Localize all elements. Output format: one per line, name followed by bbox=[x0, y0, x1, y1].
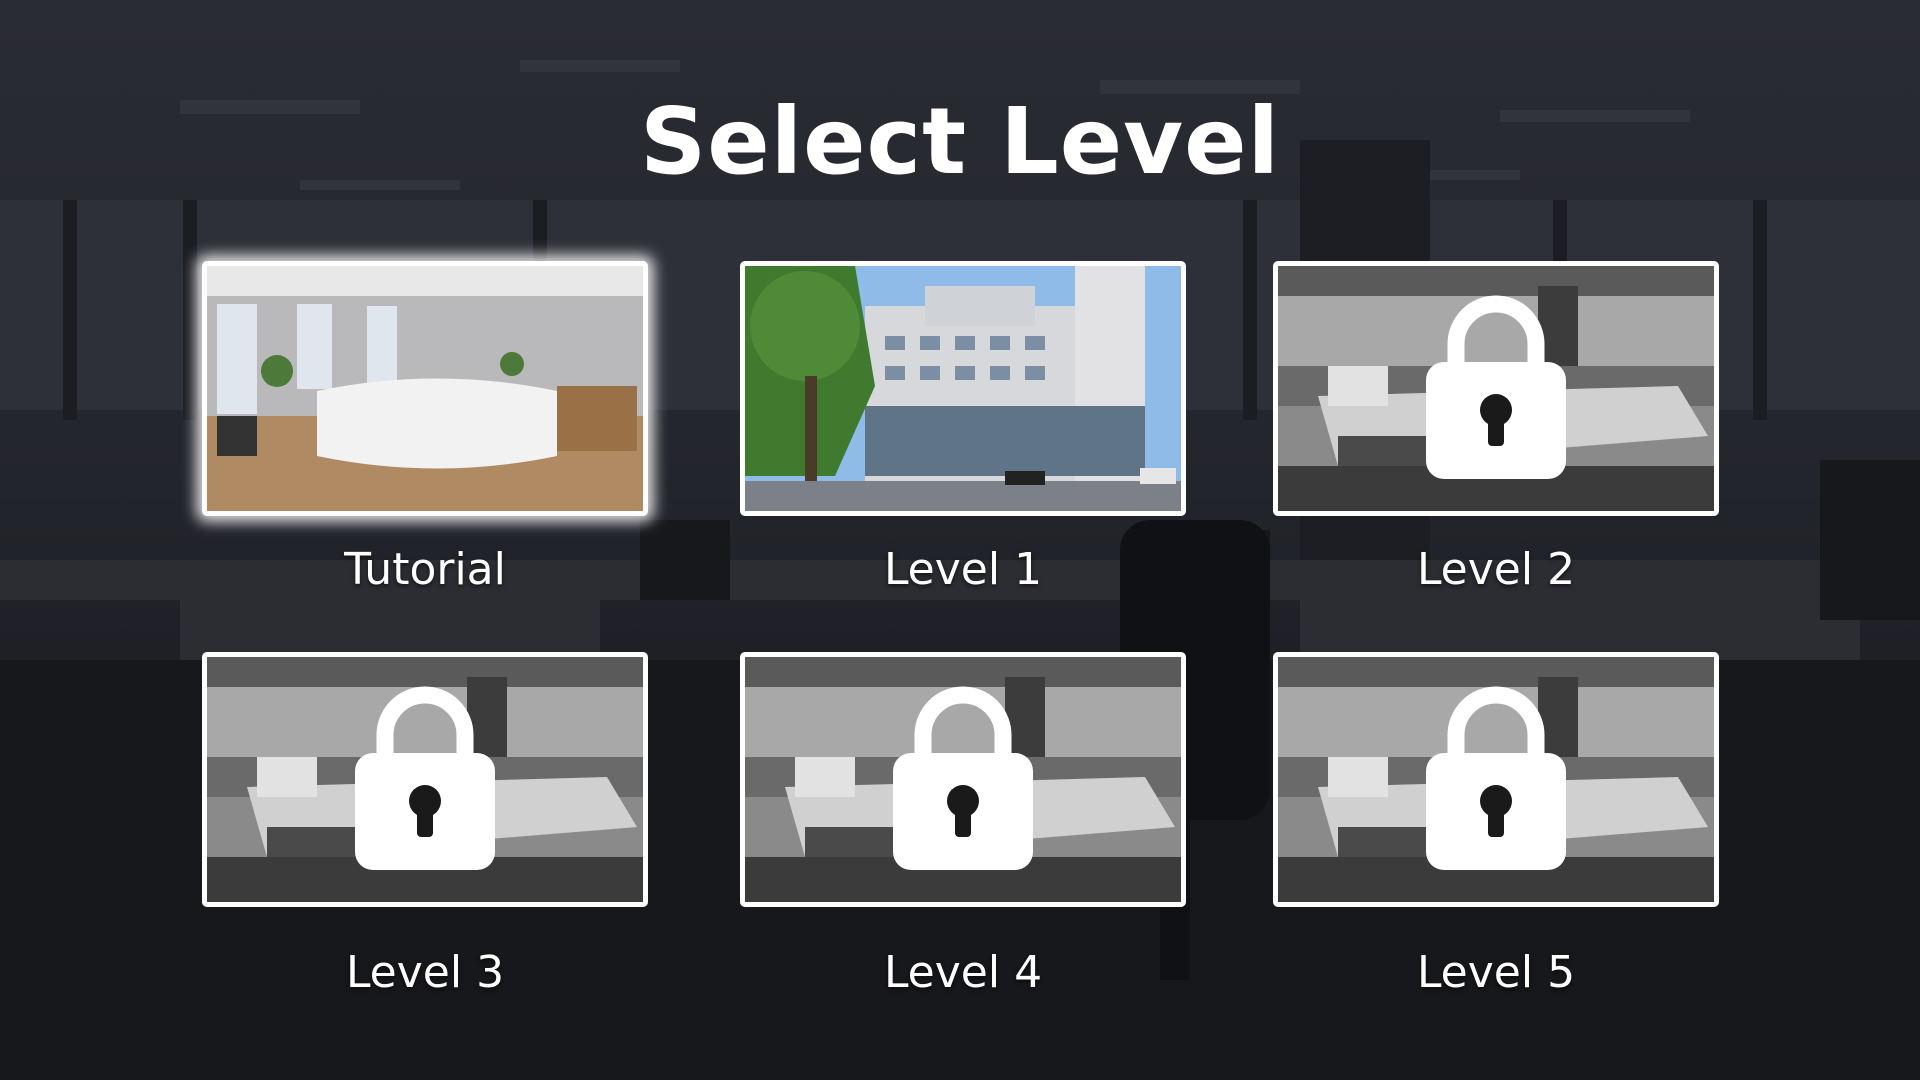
level-label-level-4: Level 4 bbox=[883, 947, 1043, 998]
level-card-level-4[interactable] bbox=[740, 652, 1186, 907]
padlock-icon bbox=[355, 686, 495, 870]
page-title: Select Level bbox=[639, 88, 1281, 195]
level-label-level-5: Level 5 bbox=[1416, 947, 1576, 998]
level-card-level-1[interactable] bbox=[740, 261, 1186, 516]
level-card-tutorial[interactable] bbox=[202, 261, 648, 516]
level-label-level-3: Level 3 bbox=[345, 947, 505, 998]
level-label-level-2: Level 2 bbox=[1416, 544, 1576, 595]
padlock-icon bbox=[1426, 295, 1566, 479]
level-1-thumbnail bbox=[745, 266, 1181, 511]
level-card-level-2[interactable] bbox=[1273, 261, 1719, 516]
level-label-tutorial: Tutorial bbox=[344, 544, 506, 595]
padlock-icon bbox=[1426, 686, 1566, 870]
level-card-level-3[interactable] bbox=[202, 652, 648, 907]
level-label-level-1: Level 1 bbox=[883, 544, 1043, 595]
level-card-level-5[interactable] bbox=[1273, 652, 1719, 907]
padlock-icon bbox=[893, 686, 1033, 870]
tutorial-thumbnail bbox=[207, 266, 643, 511]
